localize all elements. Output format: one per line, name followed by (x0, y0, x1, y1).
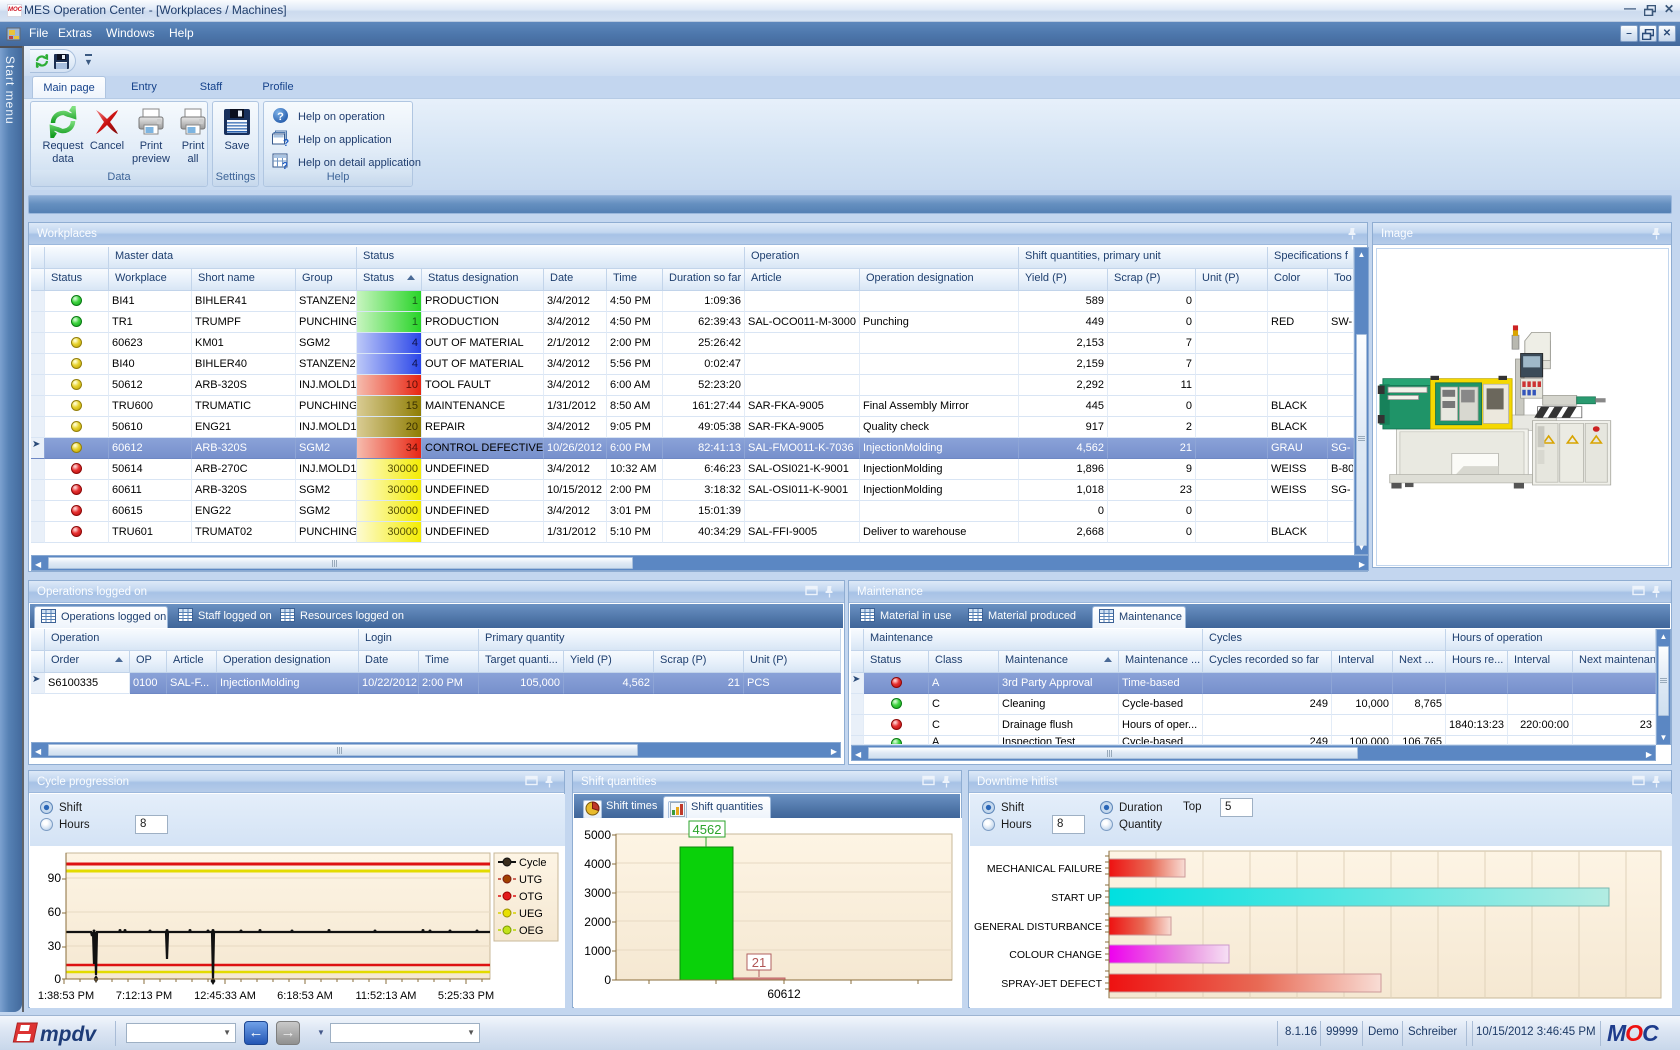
svg-text:5:25:33 PM: 5:25:33 PM (438, 990, 494, 1002)
svg-text:START UP: START UP (1051, 892, 1102, 904)
svg-text:UEG: UEG (519, 908, 543, 920)
svg-text:0: 0 (604, 973, 611, 987)
svg-text:30: 30 (48, 939, 62, 953)
svg-text:Cycle: Cycle (519, 857, 547, 869)
svg-text:4000: 4000 (584, 857, 611, 871)
svg-text:?: ? (282, 161, 288, 170)
svg-text:?: ? (277, 111, 284, 123)
svg-text:mpdv: mpdv (40, 1023, 97, 1046)
svg-text:OTG: OTG (519, 891, 543, 903)
svg-text:6:18:53 AM: 6:18:53 AM (277, 990, 333, 1002)
svg-text:?: ? (283, 138, 289, 147)
svg-text:60612: 60612 (767, 987, 801, 1001)
svg-text:GENERAL DISTURBANCE: GENERAL DISTURBANCE (974, 921, 1102, 933)
svg-text:12:45:33 AM: 12:45:33 AM (194, 990, 256, 1002)
svg-text:21: 21 (752, 955, 766, 970)
svg-text:60: 60 (48, 905, 62, 919)
svg-text:11:52:13 AM: 11:52:13 AM (356, 990, 417, 1002)
svg-text:SPRAY-JET DEFECT: SPRAY-JET DEFECT (1001, 978, 1102, 990)
svg-text:5000: 5000 (584, 828, 611, 842)
svg-text:OEG: OEG (519, 925, 543, 937)
svg-text:90: 90 (48, 871, 62, 885)
svg-text:MECHANICAL FAILURE: MECHANICAL FAILURE (987, 863, 1102, 875)
svg-text:COLOUR CHANGE: COLOUR CHANGE (1009, 949, 1102, 961)
svg-text:1000: 1000 (584, 944, 611, 958)
svg-text:2000: 2000 (584, 915, 611, 929)
svg-text:UTG: UTG (519, 874, 542, 886)
svg-text:7:12:13 PM: 7:12:13 PM (116, 990, 172, 1002)
svg-text:0: 0 (54, 972, 61, 986)
svg-text:1:38:53 PM: 1:38:53 PM (38, 990, 94, 1002)
svg-text:4562: 4562 (693, 822, 722, 837)
svg-text:3000: 3000 (584, 886, 611, 900)
